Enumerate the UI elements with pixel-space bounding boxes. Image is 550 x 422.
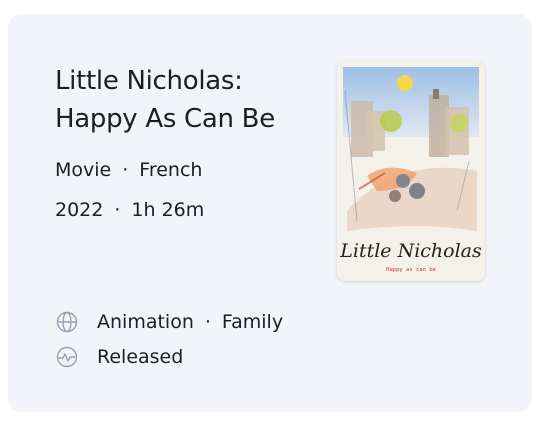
type-language-line: Movie · French <box>55 158 202 182</box>
separator-dot: · <box>122 159 129 181</box>
media-type: Movie <box>55 159 112 181</box>
poster-illustration: Little Nicholas Happy as can be <box>337 61 485 281</box>
poster-tagline-text: Happy as can be <box>386 267 436 273</box>
year-runtime-line: 2022 · 1h 26m <box>55 198 204 222</box>
release-year: 2022 <box>55 199 104 221</box>
movie-title: Little Nicholas: Happy As Can Be <box>55 66 275 134</box>
movie-poster[interactable]: Little Nicholas Happy as can be <box>337 61 485 281</box>
movie-card[interactable]: Little Nicholas: Happy As Can Be Movie ·… <box>8 14 532 412</box>
genre-family[interactable]: Family <box>222 310 283 334</box>
runtime: 1h 26m <box>131 199 205 221</box>
globe-icon <box>55 310 79 334</box>
status-row: Released <box>55 345 183 369</box>
separator-dot: · <box>204 311 211 333</box>
genre-animation[interactable]: Animation <box>97 310 194 334</box>
poster-title-text: Little Nicholas <box>339 240 482 262</box>
genres-row: Animation · Family <box>55 310 283 334</box>
language: French <box>139 159 203 181</box>
release-status: Released <box>97 346 184 368</box>
pulse-icon <box>55 345 79 369</box>
separator-dot: · <box>114 199 121 221</box>
